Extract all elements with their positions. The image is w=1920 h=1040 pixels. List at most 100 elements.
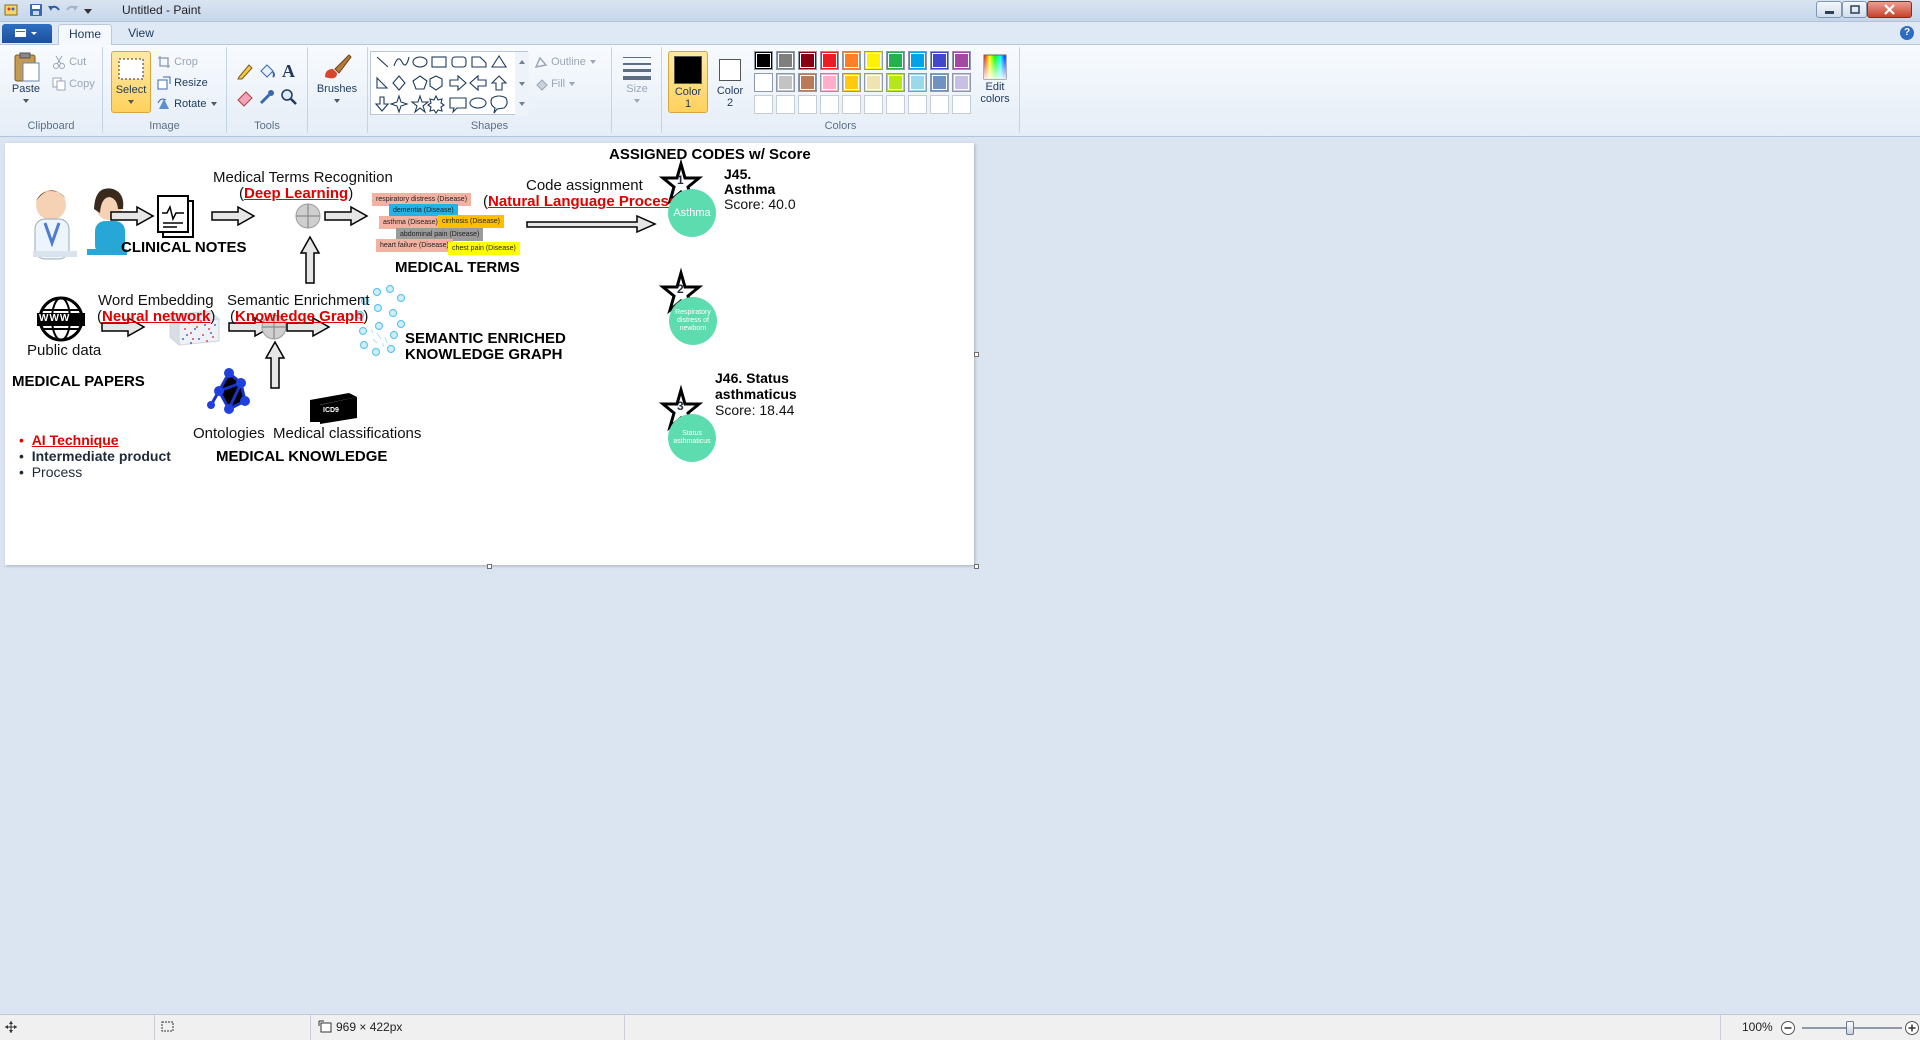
palette-swatch[interactable] <box>908 51 927 70</box>
zoom-out-button[interactable] <box>1780 1020 1796 1039</box>
maximize-button[interactable] <box>1842 1 1867 18</box>
custom-color-slot[interactable] <box>908 95 927 114</box>
close-button[interactable] <box>1867 1 1912 18</box>
medical-papers-label: MEDICAL PAPERS <box>12 373 145 390</box>
text-tool-icon[interactable]: A <box>279 60 299 85</box>
palette-swatch[interactable] <box>952 51 971 70</box>
zoom-in-button[interactable] <box>1904 1020 1920 1039</box>
crop-button[interactable]: Crop <box>157 53 198 71</box>
brushes-group: Brushes <box>308 47 368 133</box>
palette-swatch[interactable] <box>754 51 773 70</box>
zoom-slider[interactable] <box>1802 1021 1902 1035</box>
palette-swatch[interactable] <box>864 73 883 92</box>
image-group: Select Crop Resize Rotate Image <box>103 47 227 133</box>
color-palette <box>754 51 976 117</box>
size-button[interactable]: Size <box>616 51 658 113</box>
palette-swatch[interactable] <box>842 51 861 70</box>
color2-button[interactable]: Color 2 <box>712 51 748 113</box>
code-circle-status-asthmaticus: Status asthmaticus <box>668 414 716 462</box>
resize-handle-corner[interactable] <box>974 564 979 569</box>
rotate-button[interactable]: Rotate <box>157 95 218 113</box>
palette-swatch[interactable] <box>820 51 839 70</box>
minimize-button[interactable] <box>1816 1 1842 18</box>
shapes-gallery[interactable] <box>370 51 529 116</box>
palette-swatch[interactable] <box>952 73 971 92</box>
pencil-icon[interactable] <box>235 61 255 86</box>
fill-button[interactable]: Fill <box>534 75 576 93</box>
palette-swatch[interactable] <box>886 51 905 70</box>
palette-swatch[interactable] <box>776 51 795 70</box>
palette-swatch[interactable] <box>754 73 773 92</box>
window-title: Untitled - Paint <box>122 3 201 17</box>
outline-button[interactable]: Outline <box>534 53 597 71</box>
select-button[interactable]: Select <box>111 51 151 113</box>
color1-button[interactable]: Color 1 <box>668 51 708 113</box>
public-data-label: Public data <box>27 342 102 359</box>
paint-app-icon[interactable] <box>3 2 19 18</box>
undo-icon[interactable] <box>46 2 62 18</box>
palette-swatch[interactable] <box>798 73 817 92</box>
custom-color-slot[interactable] <box>820 95 839 114</box>
tools-group-label: Tools <box>254 120 280 132</box>
code-j46-score: Score: 18.44 <box>715 402 795 418</box>
tab-home[interactable]: Home <box>58 24 112 45</box>
help-icon[interactable]: ? <box>1900 26 1914 40</box>
resize-handle-right[interactable] <box>974 352 979 357</box>
canvas-size-icon <box>318 1020 334 1037</box>
medical-term-tag: cirrhosis (Disease) <box>438 215 504 228</box>
paste-button[interactable]: Paste <box>6 51 46 113</box>
neural-network-label: Neural network <box>102 308 211 325</box>
file-menu-icon <box>15 29 37 37</box>
palette-swatch[interactable] <box>930 73 949 92</box>
resize-button[interactable]: Resize <box>157 74 208 92</box>
file-menu-button[interactable] <box>2 24 52 43</box>
eraser-icon[interactable] <box>235 87 255 112</box>
clinical-notes-label: CLINICAL NOTES <box>121 239 247 256</box>
cut-button[interactable]: Cut <box>52 53 86 71</box>
legend-intermediate-label: Intermediate product <box>31 448 171 464</box>
chevron-down-icon <box>589 60 596 64</box>
code-assignment-arrow <box>526 214 657 234</box>
copy-button[interactable]: Copy <box>52 75 95 93</box>
magnifier-icon[interactable] <box>279 87 299 112</box>
code-j45-id: J45. <box>724 166 752 182</box>
custom-color-slot[interactable] <box>930 95 949 114</box>
palette-swatch[interactable] <box>908 73 927 92</box>
palette-swatch[interactable] <box>842 73 861 92</box>
brushes-label: Brushes <box>316 83 358 95</box>
resize-handle-bottom[interactable] <box>487 564 492 569</box>
palette-swatch[interactable] <box>930 51 949 70</box>
medical-term-tag: chest pain (Disease) <box>448 242 520 255</box>
drawing-canvas[interactable]: ASSIGNED CODES w/ Score Medical Terms Re… <box>5 143 974 565</box>
chevron-down-icon <box>128 100 134 104</box>
redo-icon[interactable] <box>64 2 80 18</box>
custom-color-slot[interactable] <box>952 95 971 114</box>
fill-bucket-icon[interactable] <box>257 61 277 86</box>
edit-colors-button[interactable]: Edit colors <box>974 51 1016 113</box>
rank-2: 2 <box>677 282 684 296</box>
fill-icon <box>536 79 548 91</box>
palette-swatch[interactable] <box>820 73 839 92</box>
cursor-position-icon <box>4 1020 18 1037</box>
ontology-molecule-icon <box>207 368 250 414</box>
code-circle-respiratory-distress: Respiratory distress of newborn <box>669 297 717 345</box>
custom-color-slot[interactable] <box>776 95 795 114</box>
tab-view[interactable]: View <box>118 24 164 45</box>
palette-swatch[interactable] <box>776 73 795 92</box>
semantic-kg-label-line1: SEMANTIC ENRICHED <box>405 330 566 347</box>
palette-swatch[interactable] <box>864 51 883 70</box>
legend-item-ai: • AI Technique <box>19 432 119 448</box>
color-picker-icon[interactable] <box>257 87 277 112</box>
custom-color-slot[interactable] <box>886 95 905 114</box>
zoom-slider-thumb[interactable] <box>1846 1021 1854 1035</box>
custom-color-slot[interactable] <box>842 95 861 114</box>
save-icon[interactable] <box>28 2 44 18</box>
brushes-button[interactable]: Brushes <box>312 51 362 113</box>
customize-toolbar-icon[interactable] <box>82 2 98 18</box>
palette-swatch[interactable] <box>798 51 817 70</box>
custom-color-slot[interactable] <box>754 95 773 114</box>
palette-swatch[interactable] <box>886 73 905 92</box>
custom-color-slot[interactable] <box>864 95 883 114</box>
custom-color-slot[interactable] <box>798 95 817 114</box>
restore-icon <box>1850 5 1860 14</box>
